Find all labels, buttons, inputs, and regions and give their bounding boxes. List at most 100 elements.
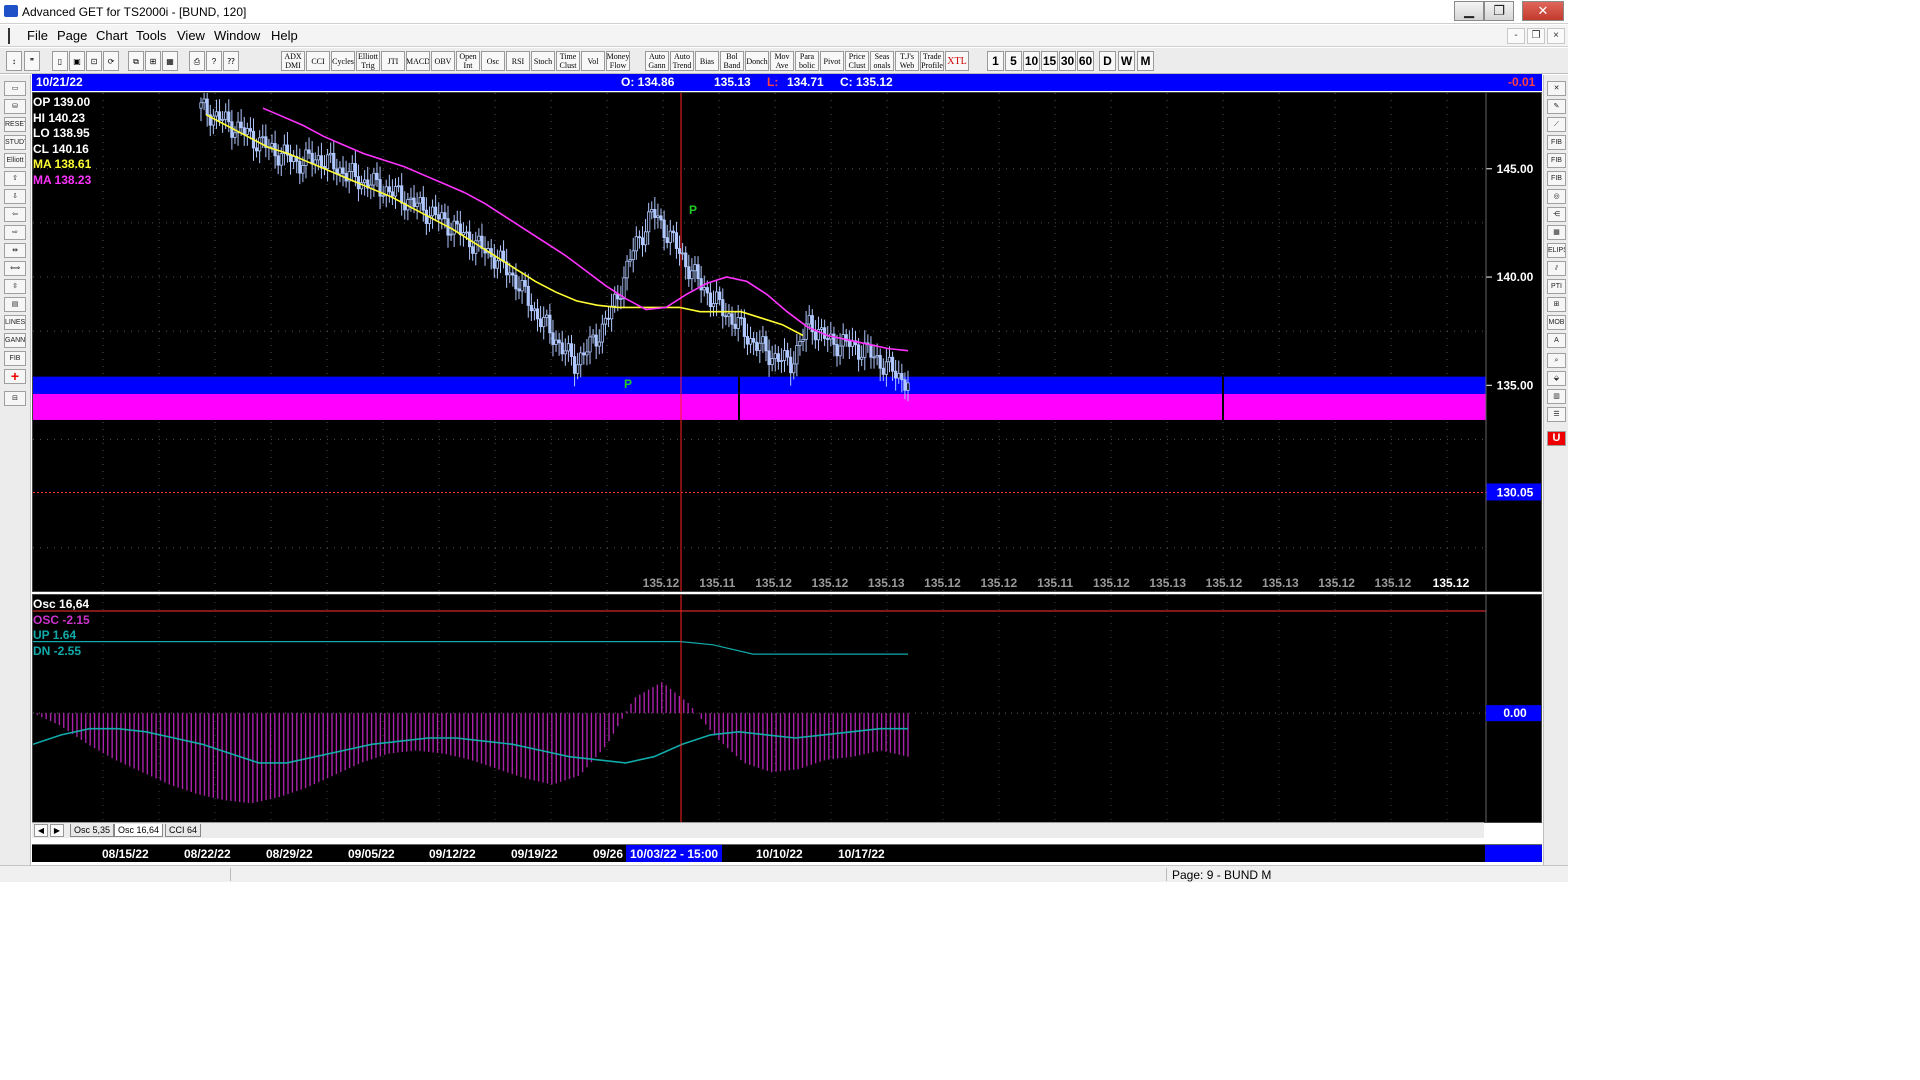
- zoom-tool-icon[interactable]: ⛁: [4, 99, 26, 114]
- arrow-right-icon[interactable]: ⇨: [4, 225, 26, 240]
- tab-next-button[interactable]: ▶: [50, 824, 64, 837]
- elliott-tool-button[interactable]: Elliott: [4, 153, 26, 168]
- delete-tool-icon[interactable]: ✕: [1547, 81, 1566, 96]
- trendline-icon[interactable]: ⟋: [1547, 117, 1566, 132]
- open-int-button[interactable]: Open Int: [456, 51, 480, 71]
- parabolic-button[interactable]: Para bolic: [795, 51, 819, 71]
- rsi-button[interactable]: RSI: [506, 51, 530, 71]
- stoch-button[interactable]: Stoch: [531, 51, 555, 71]
- document-icon[interactable]: [8, 28, 20, 44]
- timeframe-monthly-button[interactable]: M: [1137, 51, 1154, 71]
- gann-tool-button[interactable]: GANN: [4, 333, 26, 348]
- child-close-button[interactable]: ×: [1547, 28, 1565, 44]
- menu-window[interactable]: Window: [214, 28, 260, 43]
- save-page-icon[interactable]: ⊡: [86, 51, 102, 71]
- auto-gann-button[interactable]: Auto Gann: [645, 51, 669, 71]
- seasonals-button[interactable]: Seas onals: [870, 51, 894, 71]
- jti-button[interactable]: JTI: [381, 51, 405, 71]
- lines-tool-button[interactable]: LINES: [4, 315, 26, 330]
- refresh-icon[interactable]: ⟳: [103, 51, 119, 71]
- menu-file[interactable]: File: [27, 28, 48, 43]
- menu-chart[interactable]: Chart: [96, 28, 128, 43]
- price-chart-svg[interactable]: P P 145.00 140.00 135.00 130.05 135.12 135.11 13…: [33, 86, 1541, 591]
- magnifier-icon[interactable]: ⌕: [1547, 353, 1566, 368]
- menu-tools[interactable]: Tools: [136, 28, 166, 43]
- circle-tool-icon[interactable]: ◎: [1547, 189, 1566, 204]
- new-page-icon[interactable]: ▯: [52, 51, 68, 71]
- bias-button[interactable]: Bias: [695, 51, 719, 71]
- timeframe-5-button[interactable]: 5: [1005, 51, 1022, 71]
- price-chart-pane[interactable]: P P 145.00 140.00 135.00 130.05 135.12 135.11 13…: [32, 86, 1542, 592]
- timeframe-1-button[interactable]: 1: [987, 51, 1004, 71]
- time-clust-button[interactable]: Time Clust: [556, 51, 580, 71]
- compress-horizontal-icon[interactable]: ⇹: [4, 243, 26, 258]
- open-folder-icon[interactable]: ▭: [4, 81, 26, 96]
- child-minimize-button[interactable]: -: [1507, 28, 1525, 44]
- maximize-button[interactable]: ❐: [1484, 1, 1514, 21]
- tab-cci-64[interactable]: CCI 64: [165, 824, 202, 837]
- pointer-icon[interactable]: ↕: [6, 51, 22, 71]
- timeframe-15-button[interactable]: 15: [1041, 51, 1058, 71]
- cycles-button[interactable]: Cycles: [331, 51, 355, 71]
- timeframe-daily-button[interactable]: D: [1099, 51, 1116, 71]
- print-icon[interactable]: ⎙: [189, 51, 205, 71]
- open-page-icon[interactable]: ▣: [69, 51, 85, 71]
- tjs-web-button[interactable]: T.J's Web: [895, 51, 919, 71]
- price-clust-button[interactable]: Price Clust: [845, 51, 869, 71]
- fan-tool-icon[interactable]: ⋲: [1547, 207, 1566, 222]
- trade-profile-button[interactable]: Trade Profile: [920, 51, 944, 71]
- menu-view[interactable]: View: [177, 28, 205, 43]
- money-flow-button[interactable]: Money Flow: [606, 51, 630, 71]
- expand-vertical-icon[interactable]: ⇳: [4, 279, 26, 294]
- oscillator-svg[interactable]: 0.00: [32, 595, 1541, 822]
- pencil-icon[interactable]: ✎: [1547, 99, 1566, 114]
- cci-button[interactable]: CCI: [306, 51, 330, 71]
- paint-icon[interactable]: ⬙: [1547, 371, 1566, 386]
- obv-button[interactable]: OBV: [431, 51, 455, 71]
- reset-tool-button[interactable]: RESET: [4, 117, 26, 132]
- list-icon[interactable]: ☰: [1547, 407, 1566, 422]
- close-button[interactable]: ✕: [1522, 1, 1564, 21]
- fib-extension-button[interactable]: FIB EXT: [1547, 153, 1566, 168]
- study-tool-button[interactable]: STUDY: [4, 135, 26, 150]
- context-help-icon[interactable]: ⁇: [223, 51, 239, 71]
- layout-icon[interactable]: ▦: [162, 51, 178, 71]
- oscillator-pane[interactable]: 0.00 Osc 16,64 OSC -2.15 UP 1.64 DN -2.5…: [32, 594, 1542, 823]
- copy-icon[interactable]: ⧉: [128, 51, 144, 71]
- mov-ave-button[interactable]: Mov Ave: [770, 51, 794, 71]
- ellipse-tool-button[interactable]: ELIPS: [1547, 243, 1566, 258]
- fib-tool-button[interactable]: FIB: [4, 351, 26, 366]
- fib-retracement-button[interactable]: FIB RET: [1547, 135, 1566, 150]
- minimize-button[interactable]: ▁: [1454, 1, 1484, 21]
- help-icon[interactable]: ?: [206, 51, 222, 71]
- menu-page[interactable]: Page: [57, 28, 87, 43]
- pivot-button[interactable]: Pivot: [820, 51, 844, 71]
- donch-button[interactable]: Donch: [745, 51, 769, 71]
- text-tool-button[interactable]: A: [1547, 333, 1566, 348]
- elliott-trig-button[interactable]: Elliott Trig: [356, 51, 380, 71]
- macd-button[interactable]: MACD: [406, 51, 430, 71]
- arrow-down-icon[interactable]: ⇩: [4, 189, 26, 204]
- tab-osc-5-35[interactable]: Osc 5,35: [70, 824, 115, 837]
- quote-icon[interactable]: ❞: [24, 51, 40, 71]
- matrix-tool-icon[interactable]: ⊞: [1547, 297, 1566, 312]
- menu-help[interactable]: Help: [271, 28, 298, 43]
- xtl-button[interactable]: XTL: [945, 51, 969, 71]
- timeframe-60-button[interactable]: 60: [1077, 51, 1094, 71]
- arrow-left-icon[interactable]: ⇦: [4, 207, 26, 222]
- timeframe-10-button[interactable]: 10: [1023, 51, 1040, 71]
- tab-osc-16-64[interactable]: Osc 16,64: [114, 824, 164, 837]
- auto-trend-button[interactable]: Auto Trend: [670, 51, 694, 71]
- fib-time-button[interactable]: FIB TIME: [1547, 171, 1566, 186]
- table-icon[interactable]: ▤: [4, 297, 26, 312]
- timeframe-30-button[interactable]: 30: [1059, 51, 1076, 71]
- bol-band-button[interactable]: Bol Band: [720, 51, 744, 71]
- expand-horizontal-icon[interactable]: ⟺: [4, 261, 26, 276]
- pti-tool-button[interactable]: PTI: [1547, 279, 1566, 294]
- child-restore-button[interactable]: ❐: [1527, 28, 1545, 44]
- adx-dmi-button[interactable]: ADX DMI: [281, 51, 305, 71]
- u-tool-icon[interactable]: U: [1547, 431, 1566, 446]
- arrow-up-icon[interactable]: ⇧: [4, 171, 26, 186]
- grid-icon[interactable]: ⊞: [145, 51, 161, 71]
- calculator-icon[interactable]: ▥: [1547, 389, 1566, 404]
